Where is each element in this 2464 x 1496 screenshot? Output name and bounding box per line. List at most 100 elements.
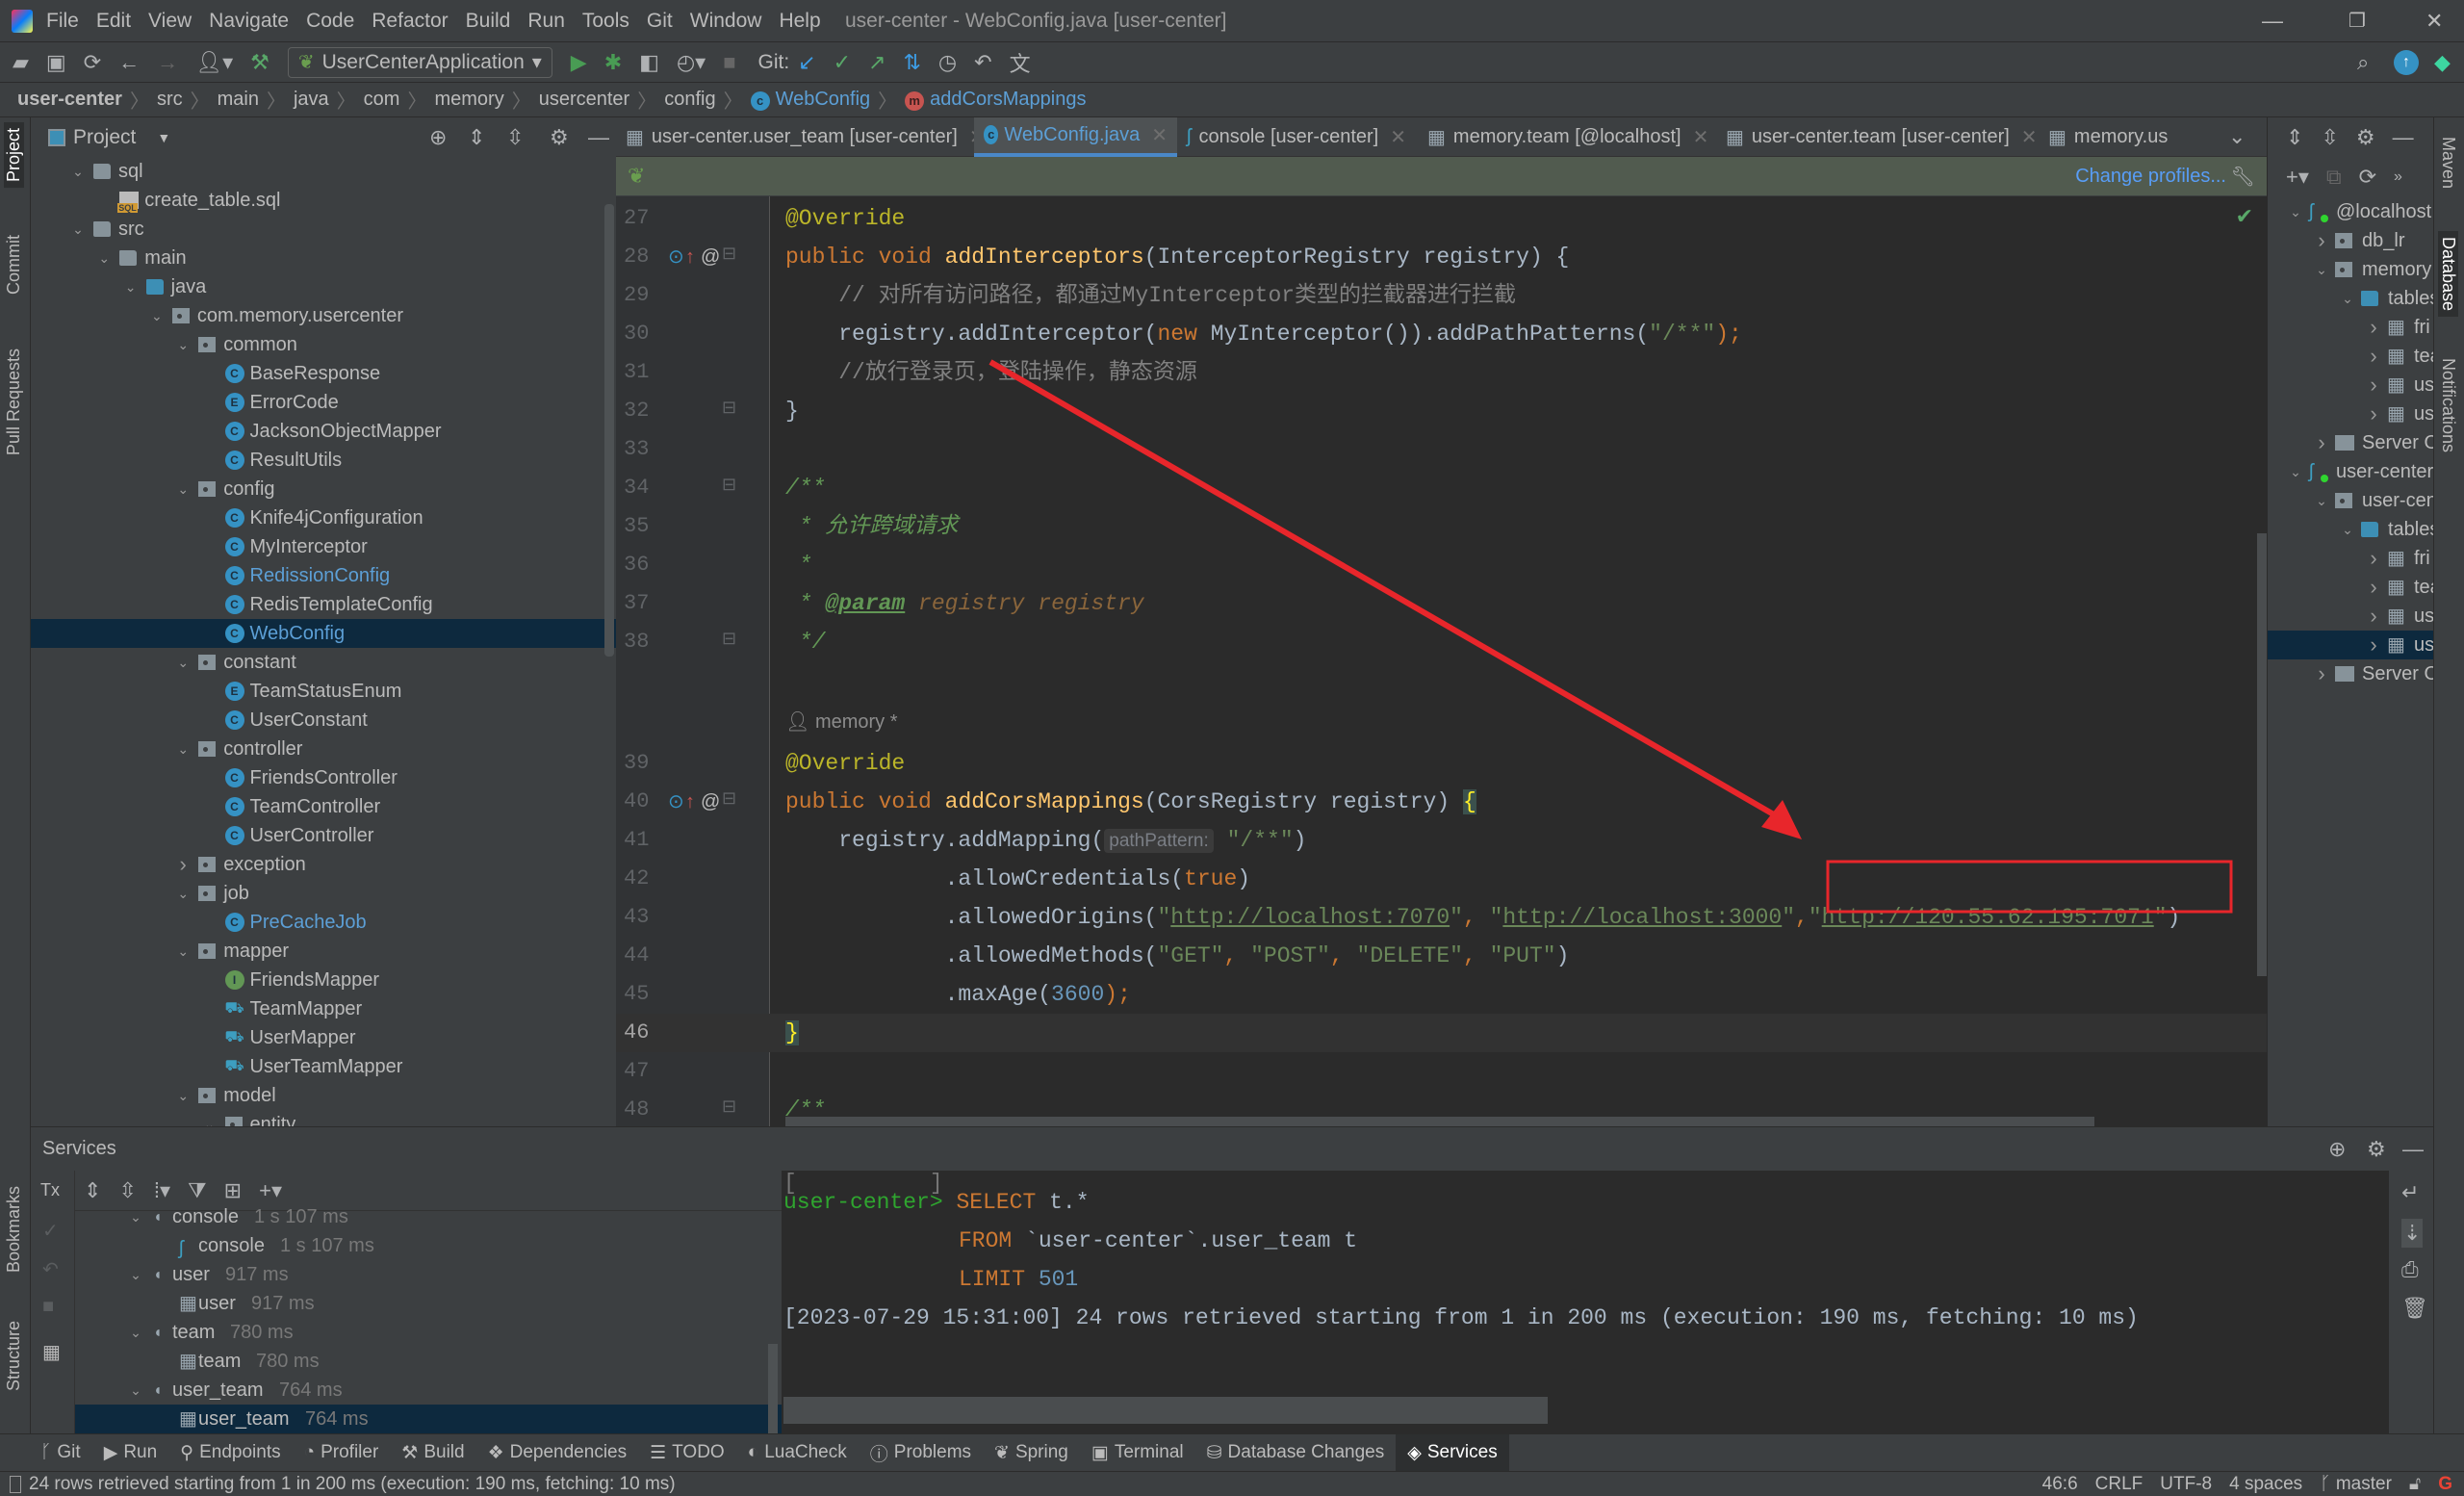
menu-run[interactable]: Run [527,10,565,33]
tree-item[interactable]: ⌄ user-cen [2268,486,2433,515]
chevron-right-icon[interactable]: › [2366,604,2381,629]
tree-item[interactable]: ⌄ controller [31,735,616,763]
filter-icon[interactable]: ⧩ [188,1178,207,1203]
menu-help[interactable]: Help [779,10,820,33]
add-datasource-icon[interactable]: +▾ [2286,165,2309,190]
chevron-down-icon[interactable]: ⌄ [128,1382,143,1399]
tree-item[interactable]: ⌄ ʃ @localhost [2268,197,2433,226]
menu-edit[interactable]: Edit [96,10,131,33]
tree-item[interactable]: E TeamStatusEnum [31,677,616,706]
refresh-icon[interactable]: ⟳ [2359,165,2376,190]
lock-icon[interactable]: 🔓︎ [2409,1474,2421,1495]
menu-git[interactable]: Git [647,10,673,33]
menu-window[interactable]: Window [690,10,762,33]
chevron-right-icon[interactable]: › [2366,632,2381,658]
chevron-down-icon[interactable]: ⌄ [175,655,191,671]
breadcrumb-item[interactable]: usercenter [539,89,630,111]
tree-item[interactable]: › ▦ us [2268,631,2433,659]
hide-icon[interactable]: — [2393,125,2414,150]
tree-item[interactable]: ⌄ mapper [31,937,616,966]
tree-item[interactable]: C UserController [31,821,616,850]
tree-item[interactable]: ⌄ model [31,1081,616,1110]
tree-item[interactable]: ⌄ ◖ user_team 764 ms [75,1376,782,1405]
tool-window-git[interactable]: ᚴ Git [29,1434,92,1472]
breadcrumb-item[interactable]: com [364,89,400,111]
chevron-down-icon[interactable]: ⌄ [2314,262,2329,278]
user-icon[interactable]: 👤︎▾ [195,50,233,75]
print-icon[interactable]: ⎙ [2401,1257,2419,1282]
tree-item[interactable]: C UserConstant [31,706,616,735]
tree-item[interactable]: C PreCacheJob [31,908,616,937]
tree-item[interactable]: ▦ team 780 ms [75,1347,782,1376]
new-tab-icon[interactable]: ⊞ [224,1178,242,1203]
tab-2[interactable]: ʃ console [user-center] ✕ [1177,117,1418,157]
tree-item[interactable]: ▦ user_team 764 ms [75,1405,782,1433]
tree-item[interactable]: C JacksonObjectMapper [31,417,616,446]
tree-item[interactable]: I FriendsMapper [31,966,616,994]
run-icon[interactable]: ▶ [571,50,587,75]
hide-icon[interactable]: — [2402,1137,2424,1162]
more-icon[interactable]: » [2394,168,2402,186]
search-icon[interactable]: ⌕ [2357,50,2369,75]
close-tab-icon[interactable]: ✕ [2021,125,2038,149]
maximize-button[interactable]: ❐ [2348,9,2366,33]
tree-item[interactable]: ⌄ src [31,215,616,244]
tree-item[interactable]: › Server O [2268,659,2433,688]
close-tab-icon[interactable]: ✕ [1151,123,1168,147]
breadcrumb-item[interactable]: memory [434,89,503,111]
build-hammer-icon[interactable]: ⚒ [250,50,270,75]
collapse-all-icon[interactable]: ⇳ [506,125,524,150]
menu-code[interactable]: Code [306,10,354,33]
tree-item[interactable]: ⛟ TeamMapper [31,994,616,1023]
menu-refactor[interactable]: Refactor [372,10,448,33]
tab-4[interactable]: ▦ user-center.team [user-center] ✕ [1716,117,2039,157]
git-update-icon[interactable]: ↙ [798,50,815,75]
breadcrumb-method[interactable]: m addCorsMappings [905,89,1086,111]
stripe-pull-requests[interactable]: Pull Requests [4,348,24,455]
debug-icon[interactable]: ✱ [604,50,622,75]
tree-item[interactable]: › ▦ us [2268,400,2433,428]
collapse-all-icon[interactable]: ⇳ [2321,125,2338,150]
chevron-down-icon[interactable]: ⌄ [175,943,191,960]
tree-item[interactable]: C WebConfig [31,619,616,648]
expand-all-icon[interactable]: ⇕ [2286,125,2303,150]
stripe-maven[interactable]: Maven [2438,137,2458,189]
indent-setting[interactable]: 4 spaces [2229,1474,2302,1495]
hide-icon[interactable]: — [588,125,609,150]
tool-window-dependencies[interactable]: ❖ Dependencies [476,1434,639,1472]
tree-item[interactable]: ⌄ config [31,475,616,503]
tree-item[interactable]: C Knife4jConfiguration [31,503,616,532]
tool-window-build[interactable]: ⚒ Build [390,1434,475,1472]
minimize-button[interactable]: — [2262,9,2283,34]
tree-item[interactable]: E ErrorCode [31,388,616,417]
line-separator[interactable]: CRLF [2095,1474,2143,1495]
tree-item[interactable]: C TeamController [31,792,616,821]
status-toggle-icon[interactable] [10,1475,21,1493]
tree-item[interactable]: ⛟ UserMapper [31,1023,616,1052]
chevron-down-icon[interactable]: ▼ [157,130,170,145]
breadcrumb-item[interactable]: java [294,89,329,111]
tree-item[interactable]: ⌄ java [31,272,616,301]
scroll-to-end-icon[interactable]: ⇣ [2401,1219,2424,1248]
tree-item[interactable]: C MyInterceptor [31,532,616,561]
tool-window-services[interactable]: ◈ Services [1396,1433,1509,1472]
tree-item[interactable]: C FriendsController [31,763,616,792]
chevron-right-icon[interactable]: › [2366,546,2381,571]
tree-item[interactable]: ⌄ entity [31,1110,616,1126]
chevron-down-icon[interactable]: ⌄ [175,1088,191,1104]
breadcrumb-item[interactable]: config [664,89,715,111]
chevron-right-icon[interactable]: › [2314,661,2329,686]
locate-icon[interactable]: ⊕ [429,125,447,150]
tool-window-problems[interactable]: ⓘ Problems [859,1434,983,1472]
breadcrumb-item[interactable]: main [218,89,259,111]
chevron-down-icon[interactable]: ⌄ [175,337,191,353]
tree-item[interactable]: › db_lr [2268,226,2433,255]
clear-icon[interactable]: 🗑︎ [2401,1296,2428,1321]
chevron-down-icon[interactable]: ⌄ [202,1117,218,1127]
tree-item[interactable]: ⌄ ◖ console 1 s 107 ms [75,1202,782,1231]
tool-window-todo[interactable]: ☰ TODO [638,1434,736,1472]
open-folder-icon[interactable]: ▰ [13,50,29,75]
tool-window-luacheck[interactable]: ◐ LuaCheck [736,1434,859,1472]
tree-item[interactable]: ▦ user 917 ms [75,1289,782,1318]
tool-window-endpoints[interactable]: ⚲ Endpoints [168,1434,292,1472]
